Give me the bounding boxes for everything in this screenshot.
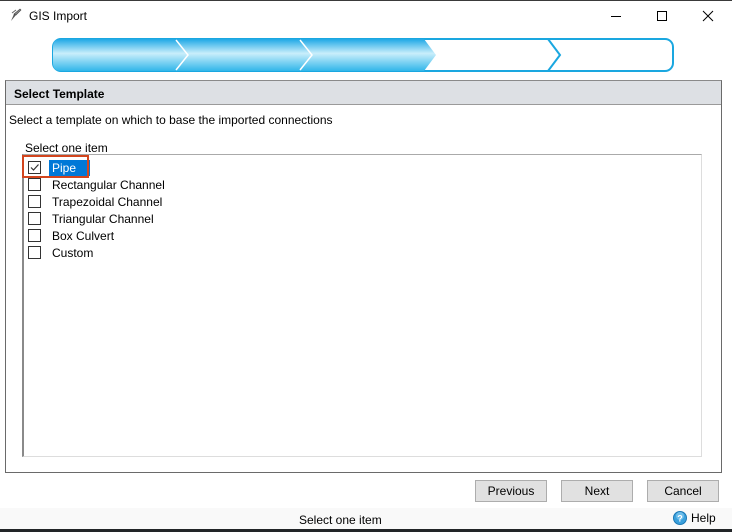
help-label: Help bbox=[691, 511, 716, 525]
close-button[interactable] bbox=[685, 1, 731, 31]
checkbox-triangular-channel[interactable] bbox=[28, 212, 41, 225]
minimize-button[interactable] bbox=[593, 1, 639, 31]
checkbox-rectangular-channel[interactable] bbox=[28, 178, 41, 191]
list-item-label: Pipe bbox=[49, 159, 91, 176]
list-item-label: Custom bbox=[52, 245, 94, 260]
maximize-button[interactable] bbox=[639, 1, 685, 31]
checkbox-trapezoidal-channel[interactable] bbox=[28, 195, 41, 208]
wizard-progress bbox=[52, 38, 674, 72]
svg-text:?: ? bbox=[677, 514, 683, 524]
list-item-label: Rectangular Channel bbox=[52, 177, 165, 192]
panel-header: Select Template bbox=[6, 81, 721, 105]
close-icon bbox=[702, 10, 714, 22]
list-item-rectangular-channel[interactable]: Rectangular Channel bbox=[28, 176, 168, 193]
wizard-step-1 bbox=[53, 39, 188, 71]
list-item-triangular-channel[interactable]: Triangular Channel bbox=[28, 210, 157, 227]
window-title: GIS Import bbox=[29, 9, 88, 23]
list-item-label: Trapezoidal Channel bbox=[52, 194, 163, 209]
list-item-label: Triangular Channel bbox=[52, 211, 154, 226]
list-item-custom[interactable]: Custom bbox=[28, 244, 96, 261]
minimize-icon bbox=[611, 16, 621, 17]
template-checklist[interactable]: Pipe Rectangular Channel Trapezoidal Cha… bbox=[22, 154, 702, 457]
list-item-label: Box Culvert bbox=[52, 228, 115, 243]
checkbox-box-culvert[interactable] bbox=[28, 229, 41, 242]
panel-title: Select Template bbox=[14, 87, 105, 101]
instruction-text: Select a template on which to base the i… bbox=[9, 113, 333, 127]
list-label: Select one item bbox=[25, 141, 108, 155]
wizard-step-3 bbox=[300, 39, 436, 71]
help-link[interactable]: ? Help bbox=[673, 511, 716, 525]
checkbox-pipe[interactable] bbox=[28, 161, 41, 174]
status-bar: Select one item ? Help bbox=[0, 508, 732, 529]
list-item-pipe[interactable]: Pipe bbox=[28, 159, 91, 176]
checkbox-custom[interactable] bbox=[28, 246, 41, 259]
cancel-button[interactable]: Cancel bbox=[647, 480, 719, 502]
checkmark-icon bbox=[30, 164, 39, 171]
select-template-panel: Select Template Select a template on whi… bbox=[5, 80, 722, 473]
wizard-step-2 bbox=[176, 39, 312, 71]
maximize-icon bbox=[657, 11, 667, 21]
next-button[interactable]: Next bbox=[561, 480, 633, 502]
list-item-trapezoidal-channel[interactable]: Trapezoidal Channel bbox=[28, 193, 165, 210]
gis-import-app-icon bbox=[11, 8, 22, 21]
help-icon: ? bbox=[673, 511, 687, 525]
title-bar: GIS Import bbox=[0, 0, 732, 30]
previous-button[interactable]: Previous bbox=[475, 480, 547, 502]
status-text: Select one item bbox=[299, 513, 382, 527]
list-item-box-culvert[interactable]: Box Culvert bbox=[28, 227, 117, 244]
